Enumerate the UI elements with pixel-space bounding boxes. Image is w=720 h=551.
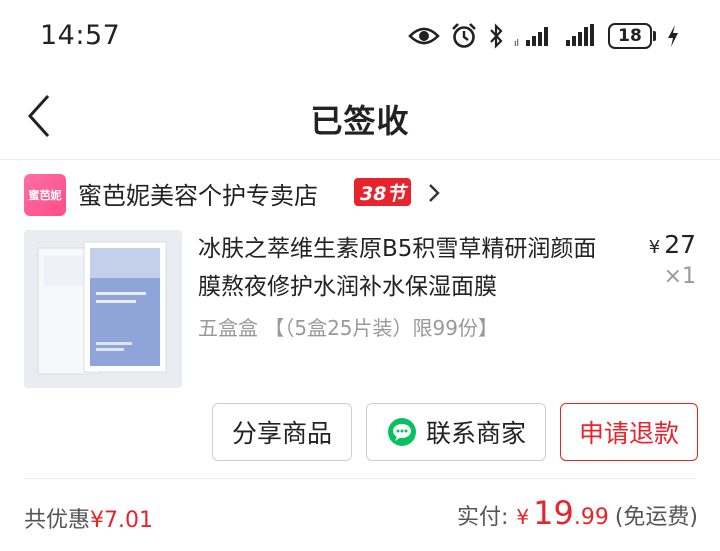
status-time: 14:57 xyxy=(40,20,121,51)
product-image[interactable] xyxy=(24,230,182,388)
contact-seller-button[interactable]: 联系商家 xyxy=(366,403,546,461)
promo-badge: 38节 xyxy=(354,178,412,206)
share-product-button[interactable]: 分享商品 xyxy=(212,403,352,461)
status-icons: ıl 18 xyxy=(408,20,680,52)
bluetooth-icon xyxy=(490,23,503,49)
paid-summary: 实付: ¥ 19 .99 (免运费) xyxy=(457,494,698,532)
discount-amount: ¥7.01 xyxy=(90,508,153,533)
discount-summary: 共优惠¥7.01 xyxy=(24,502,153,534)
charging-icon xyxy=(668,25,678,47)
header: 已签收 xyxy=(0,72,720,160)
contact-seller-label: 联系商家 xyxy=(425,419,526,448)
eye-icon xyxy=(408,27,440,45)
paid-decimal: .99 xyxy=(573,505,609,530)
price-symbol: ¥ xyxy=(648,237,661,258)
page-title: 已签收 xyxy=(310,102,410,140)
paid-symbol: ¥ xyxy=(516,505,530,529)
signal-icon xyxy=(566,24,594,46)
request-refund-label: 申请退款 xyxy=(578,419,679,448)
status-bar: 14:57 ıl 18 xyxy=(0,0,720,72)
alarm-icon xyxy=(452,23,476,48)
product-spec: 五盒盒 【（5盒25片装）限99份】 xyxy=(198,316,498,340)
shop-logo[interactable]: 蜜芭妮 xyxy=(24,174,66,216)
chevron-right-icon[interactable] xyxy=(426,180,442,206)
chat-bubble-icon xyxy=(387,418,416,446)
product-price: ¥27 xyxy=(649,230,696,259)
paid-integer: 19 xyxy=(533,494,574,532)
shipping-note: (免运费) xyxy=(614,505,698,530)
request-refund-button[interactable]: 申请退款 xyxy=(560,403,698,461)
shop-row[interactable]: 蜜芭妮 蜜芭妮美容个护专卖店 38节 xyxy=(0,160,720,228)
signal-icon: ıl xyxy=(514,27,548,48)
product-quantity: ×1 xyxy=(663,264,696,289)
svg-text:ıl: ıl xyxy=(514,39,519,48)
face-mask-product-icon xyxy=(24,230,182,388)
paid-label: 实付: xyxy=(456,505,509,530)
battery-level: 18 xyxy=(608,23,652,49)
product-title[interactable]: 冰肤之萃维生素原B5积雪草精研润颜面膜熬夜修护水润补水保湿面膜 xyxy=(198,230,618,306)
price-value: 27 xyxy=(664,230,696,259)
shop-name[interactable]: 蜜芭妮美容个护专卖店 xyxy=(78,176,318,211)
divider xyxy=(24,478,696,479)
discount-label: 共优惠 xyxy=(24,508,91,533)
battery-icon: 18 xyxy=(608,23,656,49)
share-product-label: 分享商品 xyxy=(231,419,332,448)
